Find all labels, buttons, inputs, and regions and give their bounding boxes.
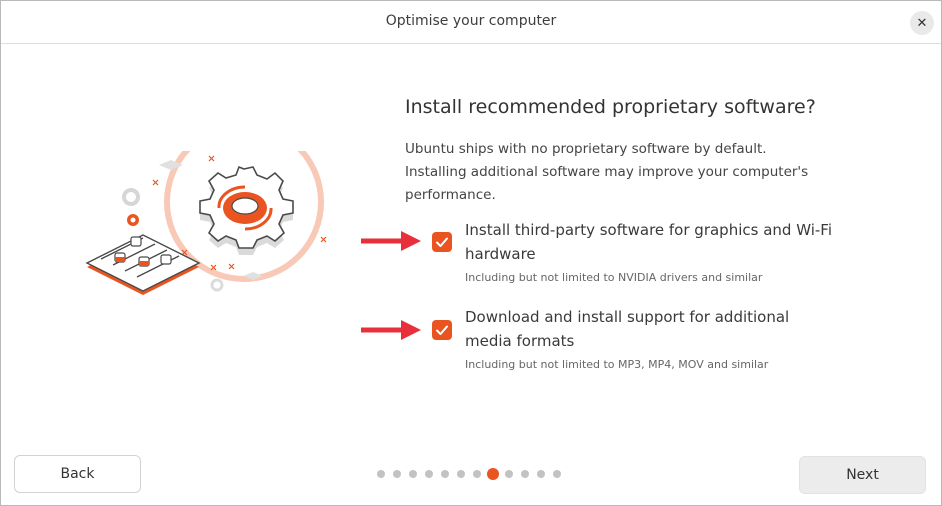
page-dot: [409, 470, 417, 478]
optimise-illustration: [85, 151, 327, 295]
installer-window: Optimise your computer ✕ Install recomme…: [0, 0, 942, 506]
page-dot: [377, 470, 385, 478]
page-dot: [441, 470, 449, 478]
close-icon: ✕: [916, 15, 928, 31]
window-title: Optimise your computer: [385, 13, 557, 29]
graphics-wifi-label[interactable]: Install third-party software for graphic…: [465, 218, 835, 266]
page-dot: [473, 470, 481, 478]
graphics-wifi-checkbox[interactable]: [432, 232, 452, 252]
arrow-right-icon: [361, 320, 421, 340]
page-dot: [553, 470, 561, 478]
checkmark-icon: [436, 325, 448, 335]
page-description: Ubuntu ships with no proprietary softwar…: [405, 141, 809, 203]
close-button[interactable]: ✕: [910, 11, 934, 35]
page-dot: [425, 470, 433, 478]
media-formats-checkbox[interactable]: [432, 320, 452, 340]
next-button[interactable]: Next: [799, 456, 926, 494]
title-bar: Optimise your computer ✕: [1, 1, 941, 44]
page-indicator: [377, 468, 569, 480]
page-dot: [393, 470, 401, 478]
media-formats-sublabel: Including but not limited to MP3, MP4, M…: [465, 358, 769, 371]
arrow-right-icon: [361, 231, 421, 251]
page-dot: [521, 470, 529, 478]
page-dot: [505, 470, 513, 478]
checkmark-icon: [436, 237, 448, 247]
page-heading: Install recommended proprietary software…: [405, 96, 816, 118]
page-dot: [457, 470, 465, 478]
back-button[interactable]: Back: [14, 455, 141, 493]
media-formats-label[interactable]: Download and install support for additio…: [465, 305, 835, 353]
page-dot: [537, 470, 545, 478]
graphics-wifi-sublabel: Including but not limited to NVIDIA driv…: [465, 271, 763, 284]
page-dot-active: [487, 468, 499, 480]
